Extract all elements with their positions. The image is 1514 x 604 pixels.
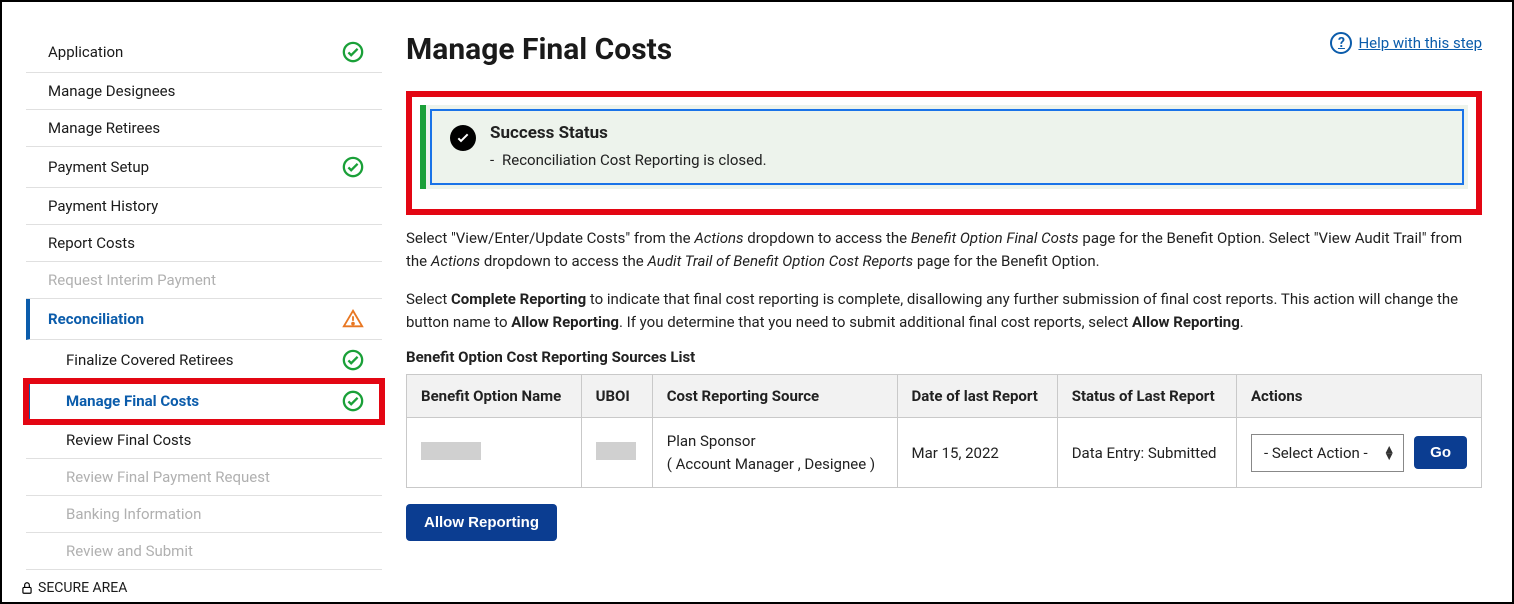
col-uboi: UBOI	[581, 375, 652, 418]
check-icon	[342, 390, 364, 412]
cost-reporting-table: Benefit Option Name UBOI Cost Reporting …	[406, 374, 1482, 488]
sidebar-item-label: Manage Designees	[48, 82, 175, 100]
instructions-paragraph-2: Select Complete Reporting to indicate th…	[406, 288, 1482, 335]
sidebar-item-label: Banking Information	[66, 505, 201, 523]
cell-source: Plan Sponsor ( Account Manager , Designe…	[652, 418, 897, 488]
sidebar-item-label: Request Interim Payment	[48, 271, 216, 289]
sidebar-item-report-costs[interactable]: Report Costs	[26, 225, 382, 262]
success-check-icon	[450, 125, 476, 151]
instructions-paragraph-1: Select "View/Enter/Update Costs" from th…	[406, 227, 1482, 274]
redacted-value	[596, 442, 636, 460]
table-title: Benefit Option Cost Reporting Sources Li…	[406, 348, 1482, 366]
sidebar-item-banking-information: Banking Information	[26, 496, 382, 533]
success-alert: Success Status Reconciliation Cost Repor…	[420, 105, 1468, 189]
check-icon	[342, 349, 364, 371]
success-alert-highlight: Success Status Reconciliation Cost Repor…	[406, 91, 1482, 215]
secure-area-label: SECURE AREA	[20, 580, 127, 596]
sidebar-item-label: Report Costs	[48, 234, 135, 252]
sidebar-item-review-final-costs[interactable]: Review Final Costs	[26, 422, 382, 459]
redacted-value	[421, 442, 481, 460]
help-icon: ?	[1330, 32, 1352, 54]
warning-icon	[342, 308, 364, 330]
sidebar-item-payment-history[interactable]: Payment History	[26, 188, 382, 225]
sidebar-item-label: Review Final Payment Request	[66, 468, 270, 486]
check-icon	[342, 41, 364, 63]
sidebar-item-review-final-payment-request: Review Final Payment Request	[26, 459, 382, 496]
sidebar-item-label: Application	[48, 43, 123, 61]
col-status-last-report: Status of Last Report	[1057, 375, 1236, 418]
lock-icon	[20, 581, 34, 595]
check-icon	[342, 156, 364, 178]
alert-title: Success Status	[490, 123, 767, 143]
chevron-sort-icon: ▲▼	[1383, 445, 1395, 459]
cell-actions: - Select Action - ▲▼ Go	[1236, 418, 1481, 488]
col-benefit-option-name: Benefit Option Name	[407, 375, 582, 418]
sidebar-item-label: Reconciliation	[48, 310, 144, 328]
sidebar-item-label: Payment Setup	[48, 158, 149, 176]
cell-status: Data Entry: Submitted	[1057, 418, 1236, 488]
alert-message: Reconciliation Cost Reporting is closed.	[490, 151, 767, 169]
sidebar-item-label: Manage Retirees	[48, 119, 160, 137]
help-link-label: Help with this step	[1358, 34, 1482, 52]
col-actions: Actions	[1236, 375, 1481, 418]
sidebar-item-label: Review Final Costs	[66, 431, 191, 449]
action-select[interactable]: - Select Action - ▲▼	[1251, 434, 1404, 472]
table-row: Plan Sponsor ( Account Manager , Designe…	[407, 418, 1482, 488]
sidebar-item-label: Review and Submit	[66, 542, 193, 560]
sidebar-item-request-interim-payment: Request Interim Payment	[26, 262, 382, 299]
sidebar-item-label: Payment History	[48, 197, 158, 215]
cell-date: Mar 15, 2022	[897, 418, 1057, 488]
sidebar-nav: Application Manage Designees Manage Reti…	[2, 2, 382, 602]
sidebar-item-reconciliation[interactable]: Reconciliation	[26, 299, 382, 340]
go-button[interactable]: Go	[1414, 436, 1467, 469]
sidebar-item-manage-designees[interactable]: Manage Designees	[26, 73, 382, 110]
sidebar-item-label: Manage Final Costs	[66, 392, 199, 410]
allow-reporting-button[interactable]: Allow Reporting	[406, 504, 557, 541]
cell-benefit-option-name	[407, 418, 582, 488]
sidebar-item-review-and-submit: Review and Submit	[26, 533, 382, 570]
cell-uboi	[581, 418, 652, 488]
sidebar-item-payment-setup[interactable]: Payment Setup	[26, 147, 382, 188]
col-date-last-report: Date of last Report	[897, 375, 1057, 418]
help-link[interactable]: ? Help with this step	[1330, 32, 1482, 54]
sidebar-item-finalize-covered-retirees[interactable]: Finalize Covered Retirees	[26, 340, 382, 381]
action-select-value: - Select Action -	[1264, 444, 1368, 462]
sidebar-item-label: Finalize Covered Retirees	[66, 351, 233, 369]
col-cost-reporting-source: Cost Reporting Source	[652, 375, 897, 418]
main-content: Manage Final Costs ? Help with this step…	[382, 2, 1512, 602]
sidebar-item-manage-retirees[interactable]: Manage Retirees	[26, 110, 382, 147]
sidebar-item-manage-final-costs[interactable]: Manage Final Costs	[26, 381, 382, 422]
page-title: Manage Final Costs	[406, 32, 672, 67]
sidebar-item-application[interactable]: Application	[26, 32, 382, 73]
